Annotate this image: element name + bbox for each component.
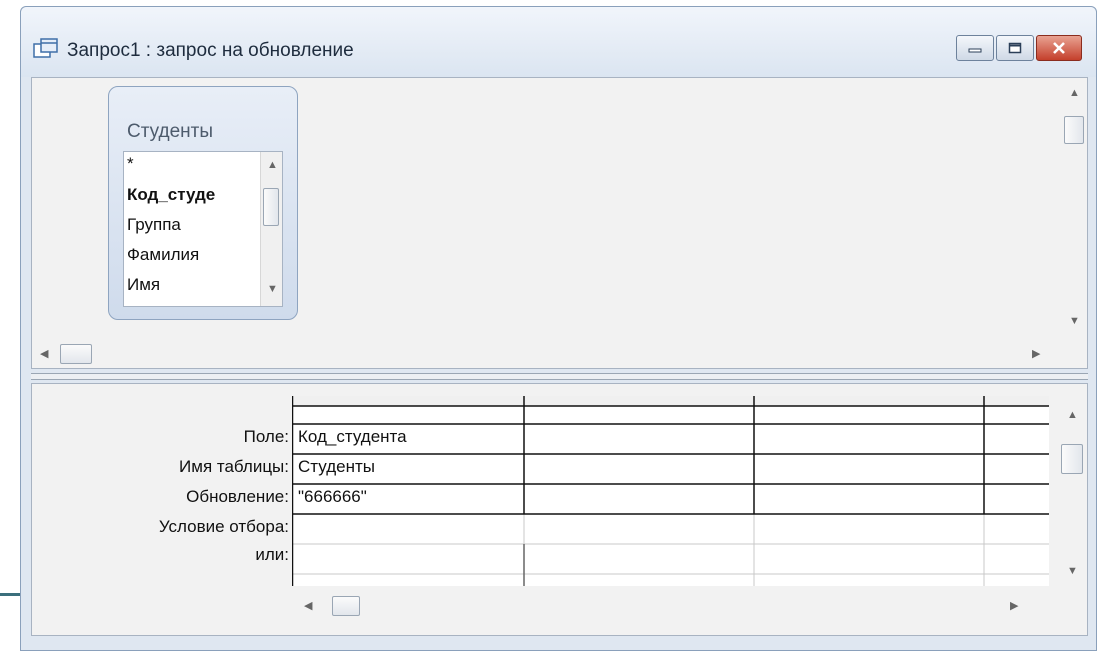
query-grid-pane: Поле: Имя таблицы: Обновление: Условие о…: [31, 383, 1088, 636]
close-icon: [1053, 42, 1065, 54]
query-window-icon: [33, 38, 58, 58]
maximize-icon: [1008, 42, 1022, 54]
scroll-left-icon[interactable]: ◀: [40, 349, 48, 360]
field-list-item[interactable]: Фамилия: [127, 245, 199, 265]
scroll-right-icon[interactable]: ▶: [1032, 349, 1040, 360]
row-label-or: или:: [255, 545, 289, 564]
maximize-button[interactable]: [996, 35, 1034, 61]
grid-horizontal-scrollbar[interactable]: ◀ ▶: [292, 592, 1049, 620]
field-list-item[interactable]: Имя: [127, 275, 160, 295]
grid-cell-update[interactable]: "666666": [298, 487, 367, 507]
minimize-button[interactable]: [956, 35, 994, 61]
scroll-down-icon[interactable]: ▼: [1069, 316, 1080, 327]
scroll-left-icon[interactable]: ◀: [304, 601, 312, 612]
grid-lines: [292, 396, 1049, 586]
pane-splitter[interactable]: [31, 373, 1088, 380]
query-window: Запрос1 : запрос на обновление Студенты …: [20, 6, 1097, 651]
query-design-grid[interactable]: Код_студента Студенты "666666": [292, 396, 1049, 586]
row-label-update: Обновление:: [186, 487, 289, 506]
table-card-students[interactable]: Студенты * Код_студе Группа Фамилия Имя …: [108, 86, 298, 320]
field-list-item[interactable]: Группа: [127, 215, 181, 235]
field-list[interactable]: * Код_студе Группа Фамилия Имя ▲ ▼: [123, 151, 283, 307]
table-design-area[interactable]: Студенты * Код_студе Группа Фамилия Имя …: [31, 77, 1088, 369]
design-area-horizontal-scrollbar[interactable]: ◀ ▶: [32, 340, 1061, 368]
title-bar[interactable]: Запрос1 : запрос на обновление: [21, 7, 1096, 77]
scroll-right-icon[interactable]: ▶: [1010, 601, 1018, 612]
scroll-up-icon[interactable]: ▲: [1067, 410, 1078, 421]
minimize-icon: [968, 48, 982, 53]
scroll-thumb[interactable]: [332, 596, 360, 616]
scroll-up-icon[interactable]: ▲: [1069, 88, 1080, 99]
row-label-table: Имя таблицы:: [179, 457, 289, 476]
field-list-item[interactable]: *: [127, 154, 134, 174]
scroll-down-icon[interactable]: ▼: [1067, 566, 1078, 577]
scroll-thumb[interactable]: [60, 344, 92, 364]
field-list-item[interactable]: Код_студе: [127, 185, 215, 205]
row-label-field: Поле:: [243, 427, 289, 446]
row-label-criteria: Условие отбора:: [158, 517, 289, 536]
window-controls: [954, 35, 1082, 61]
window-title: Запрос1 : запрос на обновление: [67, 40, 354, 61]
table-card-title: Студенты: [127, 121, 214, 142]
scroll-thumb[interactable]: [1064, 116, 1084, 144]
scroll-up-icon[interactable]: ▲: [267, 160, 278, 171]
grid-cell-field[interactable]: Код_студента: [298, 427, 407, 447]
scroll-thumb[interactable]: [1061, 444, 1083, 474]
close-button[interactable]: [1036, 35, 1082, 61]
scroll-down-icon[interactable]: ▼: [267, 284, 278, 295]
grid-cell-table[interactable]: Студенты: [298, 457, 375, 477]
scroll-thumb[interactable]: [263, 188, 279, 226]
grid-vertical-scrollbar[interactable]: ▲ ▼: [1057, 396, 1087, 592]
field-list-scrollbar[interactable]: ▲ ▼: [260, 152, 282, 306]
design-area-vertical-scrollbar[interactable]: ▲ ▼: [1061, 78, 1087, 340]
